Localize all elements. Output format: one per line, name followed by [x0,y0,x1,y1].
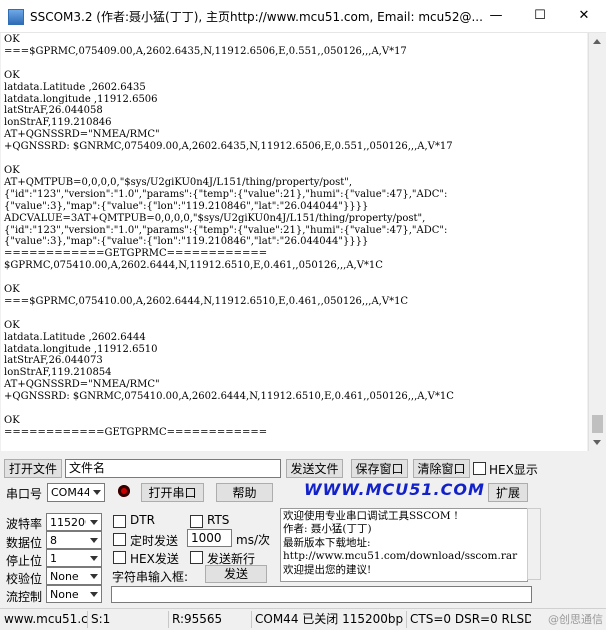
chevron-down-icon[interactable] [86,568,101,584]
rts-checkbox[interactable] [190,515,203,528]
rts-label: RTS [207,513,230,527]
mcu51-logo[interactable]: WWW.MCU51.COM [304,480,485,499]
stopbits-select[interactable]: 1 [46,549,102,567]
databits-select[interactable]: 8 [46,531,102,549]
scroll-down-icon[interactable] [593,440,601,445]
status-lines: CTS=0 DSR=0 RLSD=0 [410,612,531,626]
status-site: www.mcu51.cor [4,611,88,628]
chevron-down-icon[interactable] [89,484,104,501]
open-port-button[interactable]: 打开串口 [141,483,204,502]
parity-label: 校验位 [6,572,43,586]
parity-select[interactable]: None [46,567,102,585]
title-bar: SSCOM3.2 (作者:聂小猛(丁丁), 主页http://www.mcu51… [0,0,606,33]
watermark: @创思通信 [548,613,603,626]
save-window-button[interactable]: 保存窗口 [351,459,408,478]
info-text: 欢迎使用专业串口调试工具SSCOM ! 作者: 聂小猛(丁丁) 最新版本下载地址… [283,510,518,576]
flow-label: 流控制 [6,590,43,604]
receive-textarea[interactable]: OK ===$GPRMC,075409.00,A,2602.6435,N,119… [1,33,587,451]
scroll-thumb[interactable] [592,415,603,433]
expand-button[interactable]: 扩展 [488,483,528,502]
send-button[interactable]: 发送 [205,565,267,583]
input-label: 字符串输入框: [112,570,189,584]
baud-label: 波特率 [6,517,43,531]
maximize-button[interactable]: ☐ [518,0,562,32]
baud-select[interactable]: 115200 [46,513,102,531]
port-value: COM44 [51,486,91,499]
status-port: COM44 已关闭 115200bp [253,611,407,628]
chevron-down-icon[interactable] [86,586,101,602]
timed-send-checkbox[interactable] [113,533,126,546]
clear-window-button[interactable]: 清除窗口 [413,459,470,478]
databits-label: 数据位 [6,536,43,550]
dtr-label: DTR [130,513,155,527]
window-title: SSCOM3.2 (作者:聂小猛(丁丁), 主页http://www.mcu51… [30,10,483,24]
port-label: 串口号 [6,487,43,501]
port-select[interactable]: COM44 [47,483,105,502]
stopbits-label: 停止位 [6,554,43,568]
help-button[interactable]: 帮助 [216,483,273,502]
status-sent: S:1 [89,611,169,628]
hex-display-label: HEX显示 [489,463,538,477]
scroll-up-icon[interactable] [593,39,601,44]
interval-unit: ms/次 [236,533,270,547]
dtr-checkbox[interactable] [113,515,126,528]
chevron-down-icon[interactable] [86,514,101,530]
minimize-button[interactable]: — [474,0,518,32]
send-input[interactable] [111,586,532,603]
open-file-button[interactable]: 打开文件 [4,459,62,478]
flow-value: None [50,588,79,601]
databits-value: 8 [50,534,57,547]
flow-select[interactable]: None [46,585,102,603]
chevron-down-icon[interactable] [86,532,101,548]
receive-text: OK ===$GPRMC,075409.00,A,2602.6435,N,119… [4,34,454,438]
hex-display-checkbox[interactable] [473,462,486,475]
status-received: R:95565 [170,611,252,628]
hex-send-label: HEX发送 [130,552,179,566]
close-button[interactable]: ✕ [562,0,606,32]
send-newline-checkbox[interactable] [190,551,203,564]
info-scrollbar[interactable] [527,508,541,580]
port-status-indicator-icon [118,485,130,497]
timed-send-label: 定时发送 [130,534,179,548]
info-box: 欢迎使用专业串口调试工具SSCOM ! 作者: 聂小猛(丁丁) 最新版本下载地址… [280,508,528,582]
status-bar: www.mcu51.cor S:1 R:95565 COM44 已关闭 1152… [0,608,606,630]
parity-value: None [50,570,79,583]
send-file-button[interactable]: 发送文件 [286,459,343,478]
chevron-down-icon[interactable] [86,550,101,566]
filename-input[interactable]: 文件名 [65,459,281,478]
receive-scrollbar[interactable] [588,33,606,451]
hex-send-checkbox[interactable] [113,551,126,564]
interval-input[interactable]: 1000 [187,529,232,547]
stopbits-value: 1 [50,552,57,565]
app-icon [8,9,24,25]
